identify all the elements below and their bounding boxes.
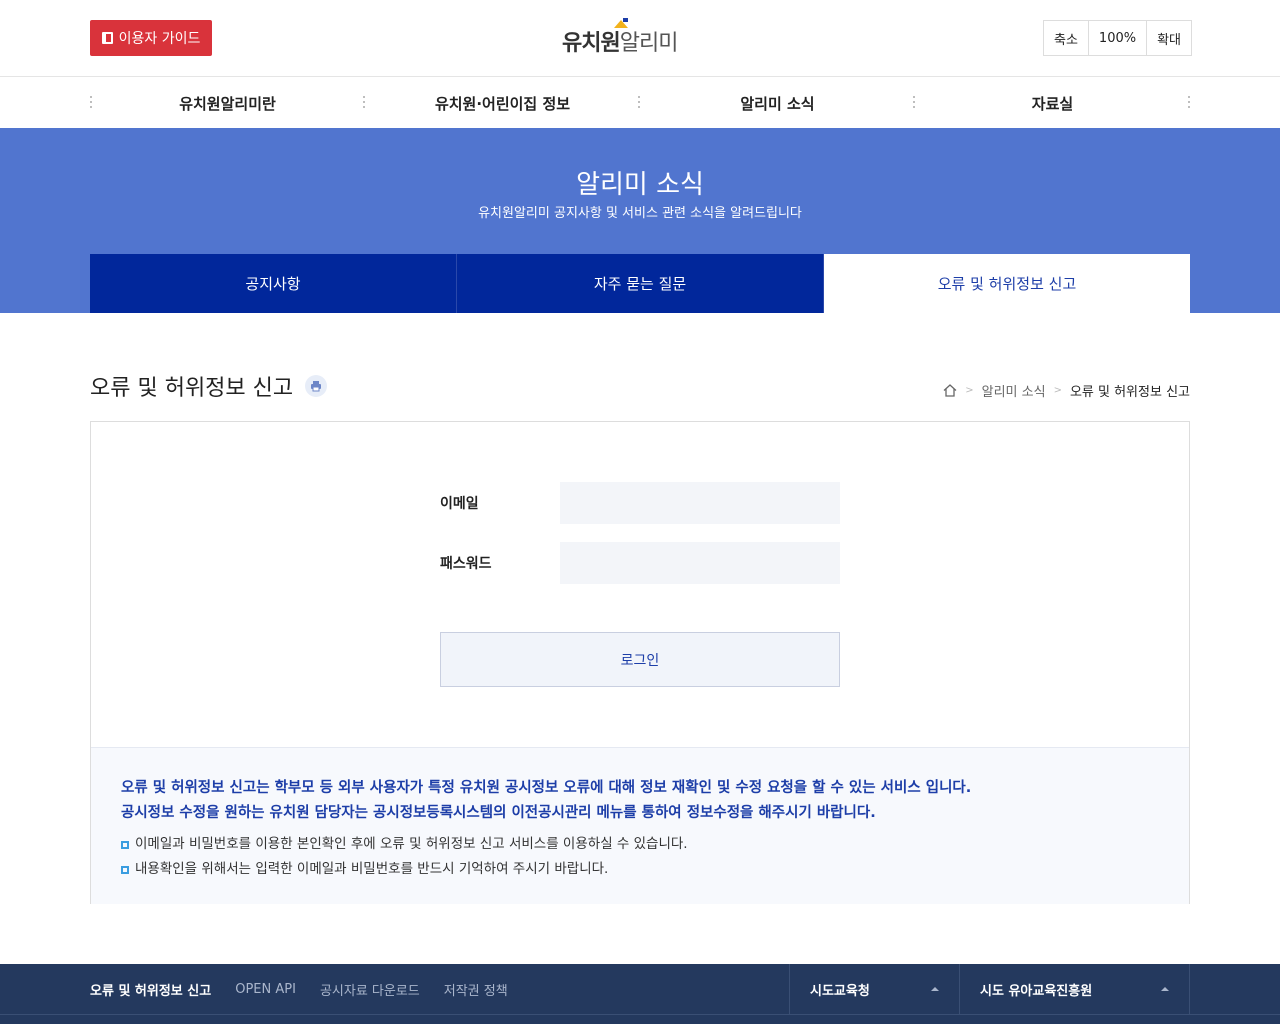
zoom-in-button[interactable]: 확대: [1147, 21, 1192, 55]
footer-links: 오류 및 허위정보 신고 OPEN API 공시자료 다운로드 저작권 정책: [90, 964, 508, 1014]
footer-link-open-api[interactable]: OPEN API: [235, 982, 296, 997]
main-nav: 유치원알리미란 유치원·어린이집 정보 알리미 소식 자료실: [90, 78, 1190, 128]
logo-main-text: 유치원: [562, 31, 621, 56]
notice-strong-line: 오류 및 허위정보 신고는 학부모 등 외부 사용자가 특정 유치원 공시정보 …: [121, 780, 972, 796]
breadcrumb-item-news[interactable]: 알리미 소식: [982, 381, 1046, 400]
zoom-out-button[interactable]: 축소: [1044, 21, 1089, 55]
notice-list-item: 이메일과 비밀번호를 이용한 본인확인 후에 오류 및 허위정보 신고 서비스를…: [121, 832, 1159, 857]
email-row: 이메일: [440, 482, 840, 524]
tab-notice[interactable]: 공지사항: [90, 254, 457, 313]
tab-faq[interactable]: 자주 묻는 질문: [457, 254, 824, 313]
book-icon: [101, 32, 113, 44]
notice-list-text: 이메일과 비밀번호를 이용한 본인확인 후에 오류 및 허위정보 신고 서비스를…: [135, 836, 688, 852]
site-footer: 오류 및 허위정보 신고 OPEN API 공시자료 다운로드 저작권 정책 시…: [0, 964, 1280, 1024]
caret-up-icon: [1161, 987, 1169, 991]
nav-item-kindergarten-info[interactable]: 유치원·어린이집 정보: [365, 78, 640, 128]
education-office-select[interactable]: 시도교육청: [789, 964, 959, 1014]
print-icon[interactable]: [305, 375, 328, 397]
zoom-level[interactable]: 100%: [1088, 21, 1148, 55]
zoom-controls: 축소 100% 확대: [1043, 20, 1193, 56]
site-header: 이용자 가이드 유치원 알리미 축소 100% 확대: [0, 0, 1280, 77]
square-bullet-icon: [121, 840, 129, 849]
page-title-row: 오류 및 허위정보 신고: [90, 370, 328, 402]
footer-link-copyright[interactable]: 저작권 정책: [444, 980, 508, 999]
breadcrumb-item-current: 오류 및 허위정보 신고: [1069, 385, 1190, 400]
password-label: 패스워드: [440, 556, 492, 572]
nav-item-about[interactable]: 유치원알리미란: [90, 78, 365, 128]
login-button[interactable]: 로그인: [440, 632, 840, 687]
banner-subtitle: 유치원알리미 공지사항 및 서비스 관련 소식을 알려드립니다: [478, 206, 802, 221]
house-flag-icon: [614, 18, 628, 28]
notice-list-text: 내용확인을 위해서는 입력한 이메일과 비밀번호를 반드시 기억하여 주시기 바…: [135, 861, 609, 877]
email-input[interactable]: [560, 482, 840, 524]
breadcrumb: > 알리미 소식 > 오류 및 허위정보 신고: [943, 381, 1190, 400]
notice-box: 오류 및 허위정보 신고는 학부모 등 외부 사용자가 특정 유치원 공시정보 …: [91, 747, 1189, 904]
breadcrumb-separator: >: [965, 385, 974, 396]
education-center-select[interactable]: 시도 유아교육진흥원: [959, 964, 1190, 1014]
notice-list-item: 내용확인을 위해서는 입력한 이메일과 비밀번호를 반드시 기억하여 주시기 바…: [121, 857, 1159, 882]
square-bullet-icon: [121, 865, 129, 874]
nav-item-news[interactable]: 알리미 소식: [640, 78, 915, 128]
login-panel: 이메일 패스워드 로그인 오류 및 허위정보 신고는 학부모 등 외부 사용자가…: [90, 421, 1190, 904]
caret-up-icon: [931, 987, 939, 991]
page-title: 오류 및 허위정보 신고: [90, 376, 294, 401]
breadcrumb-separator: >: [1053, 385, 1062, 396]
footer-link-error-report[interactable]: 오류 및 허위정보 신고: [90, 980, 211, 999]
password-input[interactable]: [560, 542, 840, 584]
education-office-label: 시도교육청: [810, 983, 870, 999]
user-guide-button[interactable]: 이용자 가이드: [90, 20, 212, 56]
site-logo[interactable]: 유치원 알리미: [562, 18, 696, 60]
sub-tabs: 공지사항 자주 묻는 질문 오류 및 허위정보 신고: [90, 254, 1190, 313]
tab-error-report[interactable]: 오류 및 허위정보 신고: [824, 254, 1190, 313]
home-icon[interactable]: [943, 384, 957, 397]
notice-list: 이메일과 비밀번호를 이용한 본인확인 후에 오류 및 허위정보 신고 서비스를…: [121, 832, 1159, 882]
password-row: 패스워드: [440, 542, 840, 584]
footer-link-download[interactable]: 공시자료 다운로드: [320, 980, 420, 999]
email-label: 이메일: [440, 496, 479, 512]
banner-title: 알리미 소식: [576, 170, 704, 200]
user-guide-label: 이용자 가이드: [118, 31, 201, 47]
nav-divider: [1188, 96, 1190, 108]
notice-strong-line: 공시정보 수정을 원하는 유치원 담당자는 공시정보등록시스템의 이전공시관리 …: [121, 805, 876, 821]
nav-item-archive[interactable]: 자료실: [915, 78, 1190, 128]
section-banner: 알리미 소식 유치원알리미 공지사항 및 서비스 관련 소식을 알려드립니다 공…: [0, 128, 1280, 313]
education-center-label: 시도 유아교육진흥원: [980, 983, 1093, 999]
footer-divider: [0, 1014, 1280, 1015]
logo-sub-text: 알리미: [619, 31, 679, 56]
